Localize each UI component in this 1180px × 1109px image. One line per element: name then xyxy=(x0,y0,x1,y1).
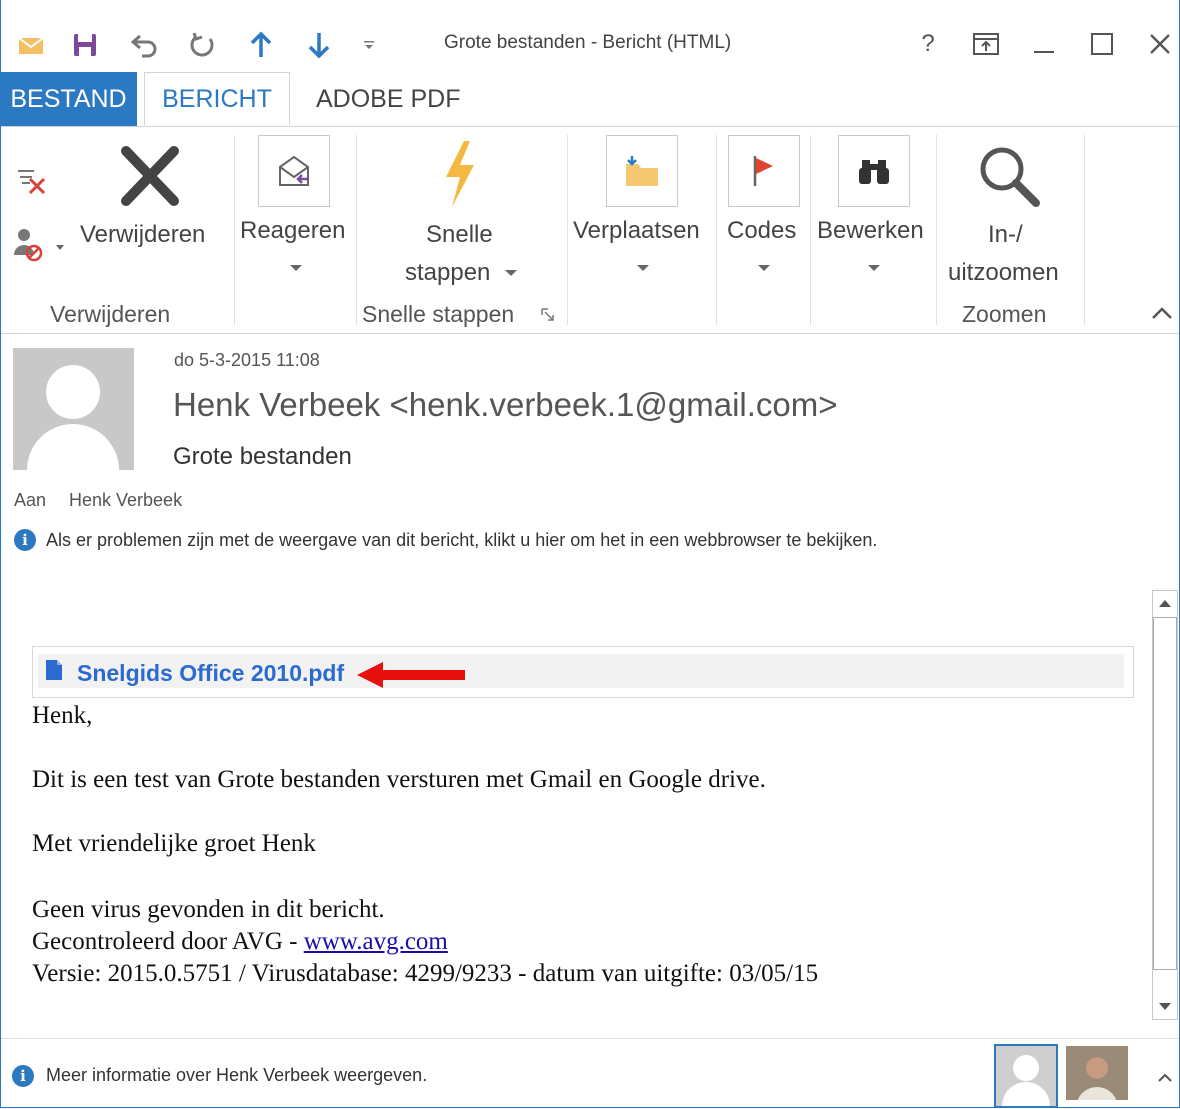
window-frame xyxy=(0,0,1180,1108)
